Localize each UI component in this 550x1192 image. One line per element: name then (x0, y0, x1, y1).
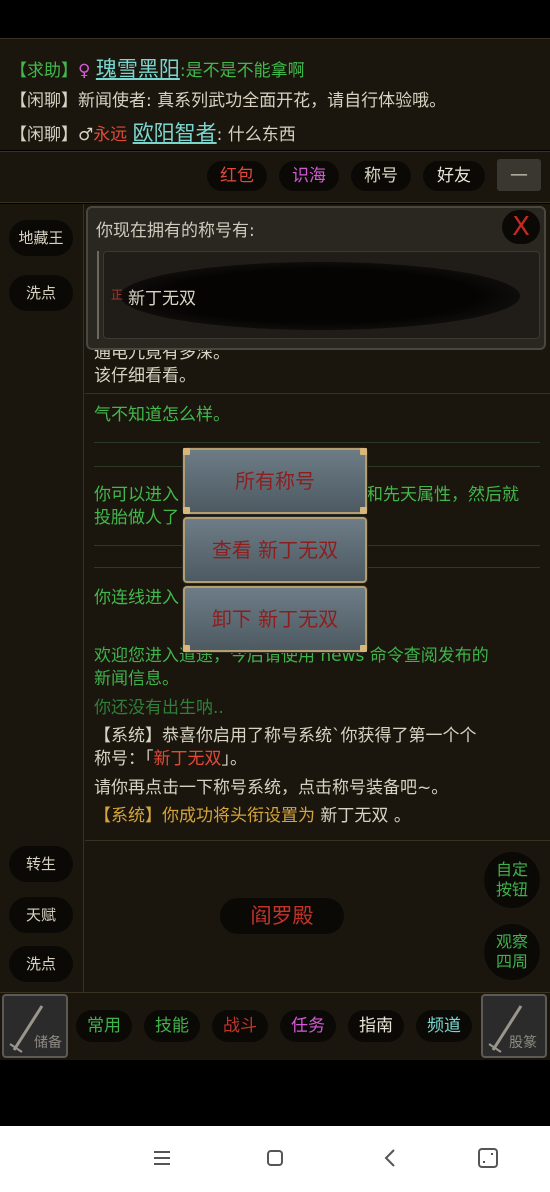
log-title-highlight: 新丁无双 (320, 806, 389, 826)
title-badge: 正 (111, 288, 124, 302)
log-text-part: 【系统】你成功将头衔设置为 (94, 806, 315, 826)
chat-msg: 是不是不能拿啊 (185, 61, 305, 81)
game-screen: 【求助】♀ 瑰雪黑阳:是不是不能拿啊 【闲聊】新闻使者: 真系列武功全面开花，请… (0, 0, 550, 1192)
log-line: 你连线进入 (94, 588, 179, 608)
location-label[interactable]: 阎罗殿 (220, 898, 344, 934)
log-title-highlight: 新丁无双 (153, 749, 222, 769)
tab-skill[interactable]: 技能 (144, 1010, 200, 1042)
sword-label: 股篆 (509, 1035, 537, 1051)
tab-fight[interactable]: 战斗 (212, 1010, 268, 1042)
right-sword-slot[interactable]: 股篆 (481, 994, 547, 1058)
chat-msg: 什么东西 (227, 125, 296, 145)
tab-guide[interactable]: 指南 (348, 1010, 404, 1042)
chat-sep: : (146, 91, 152, 111)
friends-button[interactable]: 好友 (423, 161, 485, 191)
spacer (0, 1060, 550, 1126)
collapse-button[interactable]: — (497, 159, 541, 191)
corner-ornament (183, 645, 190, 652)
chat-panel: 【求助】♀ 瑰雪黑阳:是不是不能拿啊 【闲聊】新闻使者: 真系列武功全面开花，请… (0, 38, 550, 150)
log-line: 你可以进入 (94, 485, 179, 505)
custom-button[interactable]: 自定 按钮 (484, 852, 540, 908)
tab-task[interactable]: 任务 (280, 1010, 336, 1042)
chat-sep: : (216, 125, 223, 145)
chat-msg: 真系列武功全面开花，请自行体验哦。 (157, 91, 447, 111)
remove-title-button[interactable]: 卸下 新丁无双 (183, 586, 367, 652)
status-bar (0, 0, 550, 38)
hongbao-button[interactable]: 红包 (207, 161, 267, 191)
corner-ornament (360, 507, 367, 514)
log-line: 【系统】你成功将头衔设置为 新丁无双 。 (94, 805, 411, 828)
divider (94, 442, 540, 443)
log-line: 你还没有出生呐.. (94, 698, 224, 718)
player-name-link[interactable]: 瑰雪黑阳 (96, 57, 180, 81)
divider (85, 393, 550, 394)
back-icon[interactable] (379, 1146, 403, 1170)
view-title-button[interactable]: 查看 新丁无双 (183, 517, 367, 583)
title-item[interactable]: 新丁无双 (128, 284, 196, 309)
sword-label: 储备 (34, 1035, 62, 1051)
home-icon[interactable] (263, 1146, 287, 1170)
close-icon[interactable]: X (502, 210, 540, 244)
fullscreen-icon[interactable] (476, 1146, 500, 1170)
title-button[interactable]: 称号 (351, 161, 411, 191)
player-title: 永远 (93, 125, 128, 145)
shihai-button[interactable]: 识海 (279, 161, 339, 191)
log-line: 新闻信息。 (94, 669, 179, 689)
female-icon: ♀ (78, 61, 91, 81)
log-line: 该仔细看看。 (94, 366, 196, 386)
log-line: 气不知道怎么样。 (94, 405, 230, 425)
reset-points-button[interactable]: 洗点 (9, 275, 73, 311)
log-line: 投胎做人了 (94, 508, 179, 528)
player-name-link[interactable]: 欧阳智者 (133, 121, 217, 145)
tab-common[interactable]: 常用 (76, 1010, 132, 1042)
log-line: 请你再点击一下称号系统，点击称号装备吧~。 (94, 778, 449, 798)
scrollbar[interactable] (97, 251, 99, 339)
corner-ornament (360, 448, 367, 455)
talent-button[interactable]: 天赋 (9, 897, 73, 933)
corner-ornament (183, 448, 190, 455)
observe-button[interactable]: 观察 四周 (484, 924, 540, 980)
chat-speaker: 新闻使者 (78, 91, 146, 111)
log-text-part: 」。 (221, 749, 248, 769)
reset-points-button-2[interactable]: 洗点 (9, 946, 73, 982)
male-icon: ♂ (78, 125, 94, 145)
chat-tag: 【闲聊】 (10, 91, 78, 111)
log-line: 【系统】恭喜你启用了称号系统`你获得了第一个个 (94, 726, 477, 746)
corner-ornament (183, 507, 190, 514)
menu-icon[interactable] (150, 1146, 174, 1170)
log-line: 和先天属性，然后就 (366, 485, 519, 505)
all-titles-button[interactable]: 所有称号 (183, 448, 367, 514)
tab-channel[interactable]: 频道 (416, 1010, 472, 1042)
corner-ornament (360, 645, 367, 652)
chat-tag: 【求助】 (10, 61, 78, 81)
dizangwang-button[interactable]: 地藏王 (9, 220, 73, 256)
chat-line: 【闲聊】♂永远 欧阳智者: 什么东西 (10, 117, 296, 147)
log-text-part: 称号：「 (94, 749, 154, 769)
chat-tag: 【闲聊】 (10, 125, 78, 145)
log-text-part: 。 (393, 806, 411, 826)
divider (85, 840, 550, 841)
title-panel-header: 你现在拥有的称号有: (96, 221, 255, 241)
left-sword-slot[interactable]: 储备 (2, 994, 68, 1058)
rebirth-button[interactable]: 转生 (9, 846, 73, 882)
log-line: 称号：「新丁无双」。 (94, 748, 247, 771)
chat-line: 【求助】♀ 瑰雪黑阳:是不是不能拿啊 (10, 53, 305, 83)
chat-line: 【闲聊】新闻使者: 真系列武功全面开花，请自行体验哦。 (10, 86, 446, 111)
